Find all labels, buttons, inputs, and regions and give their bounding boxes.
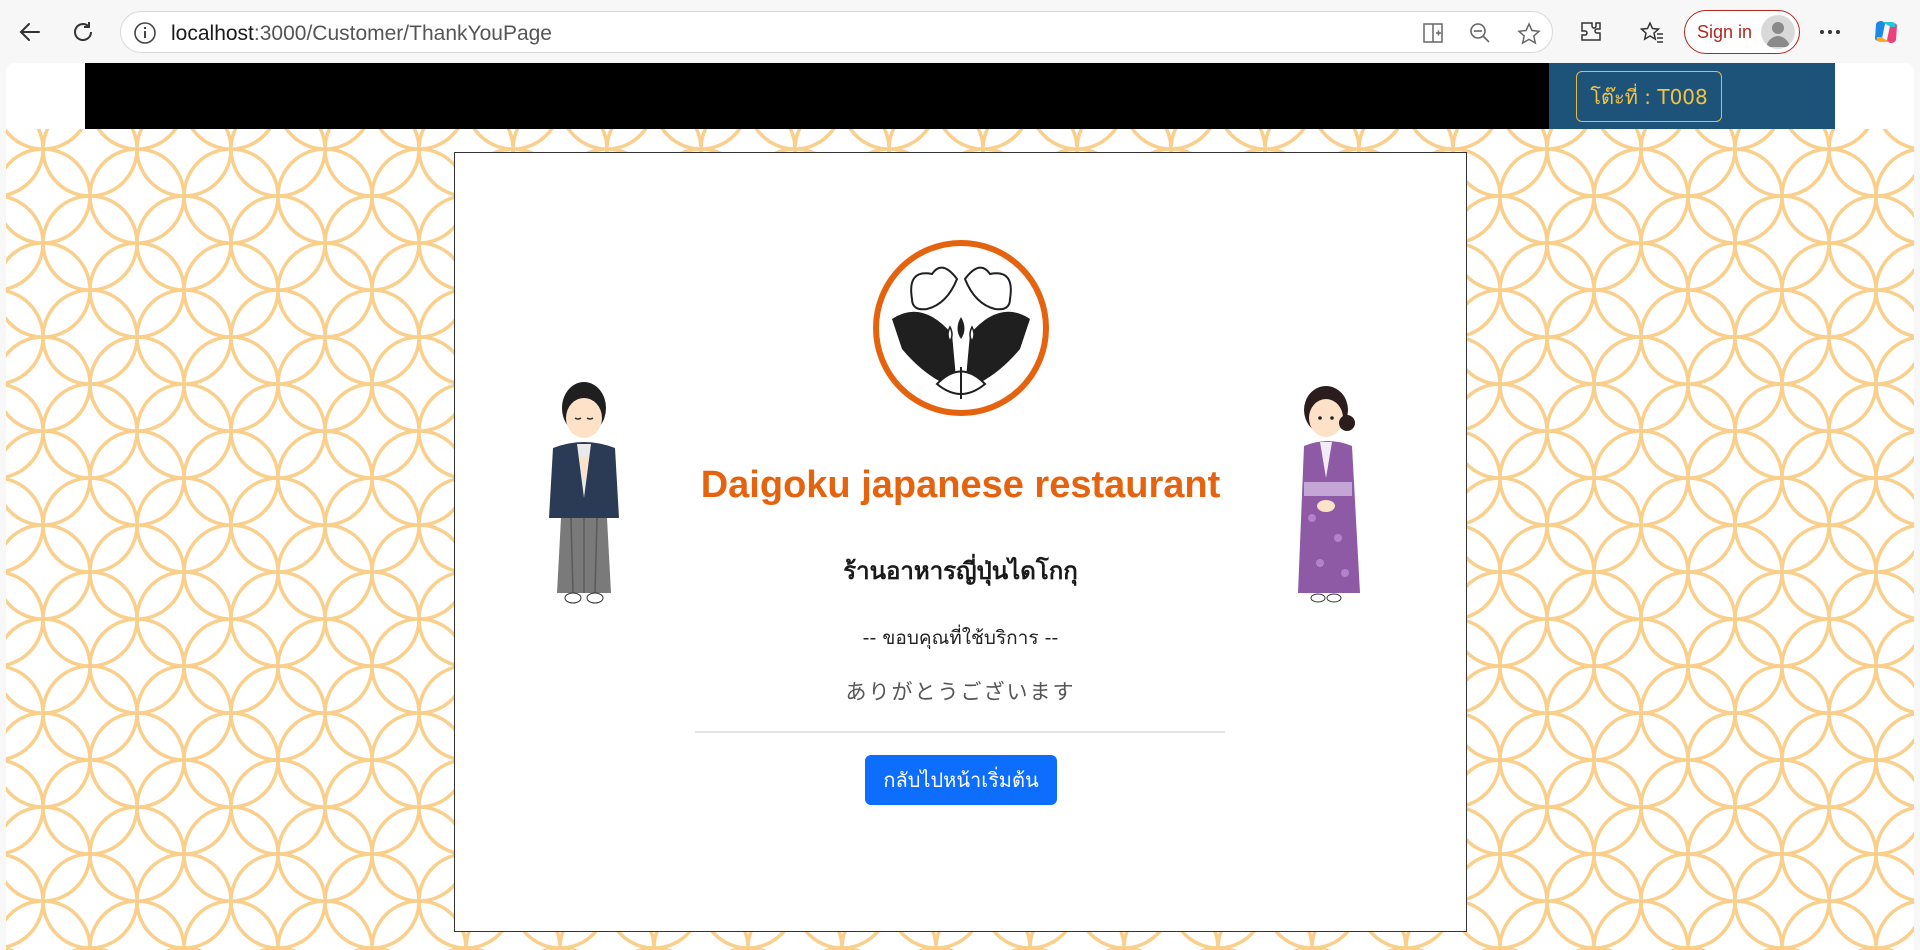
copilot-icon[interactable] (1868, 14, 1904, 50)
back-arrow-icon[interactable] (12, 14, 48, 50)
url-text[interactable]: localhost:3000/Customer/ThankYouPage (171, 22, 552, 46)
url-path: :3000/Customer/ThankYouPage (253, 22, 552, 45)
profile-avatar-icon (1761, 15, 1795, 49)
sign-in-label: Sign in (1697, 22, 1753, 42)
thank-you-thai: -- ขอบคุณที่ใช้บริการ -- (862, 627, 1059, 649)
more-icon[interactable] (1812, 14, 1848, 50)
restaurant-title: Daigoku japanese restaurant (700, 464, 1221, 506)
table-number-badge[interactable]: โต๊ะที่ : T008 (1576, 71, 1722, 122)
thank-you-japanese: ありがとうございます (845, 680, 1076, 704)
url-host: localhost (171, 22, 254, 45)
divider (695, 731, 1225, 733)
thank-you-card: Daigoku japanese restaurant ร้านอาหารญี่… (454, 152, 1467, 932)
restaurant-subtitle-thai: ร้านอาหารญี่ปุ่นไดโกกุ (843, 557, 1078, 585)
extensions-icon[interactable] (1573, 14, 1609, 50)
address-bar[interactable]: localhost:3000/Customer/ThankYouPage (120, 11, 1553, 53)
restaurant-logo (873, 240, 1049, 416)
favorites-icon[interactable] (1634, 14, 1670, 50)
browser-toolbar: localhost:3000/Customer/ThankYouPage Sig… (0, 0, 1920, 63)
back-to-home-button[interactable]: กลับไปหน้าเริ่มต้น (865, 755, 1057, 805)
info-icon[interactable] (133, 21, 157, 49)
zoom-out-icon[interactable] (1468, 21, 1492, 49)
favorite-star-icon[interactable] (1516, 21, 1542, 51)
sign-in-button[interactable]: Sign in (1684, 10, 1800, 54)
refresh-icon[interactable] (65, 14, 101, 50)
split-screen-icon[interactable] (1421, 21, 1445, 49)
page-viewport: โต๊ะที่ : T008 Daigoku japanese restaura… (6, 63, 1914, 950)
